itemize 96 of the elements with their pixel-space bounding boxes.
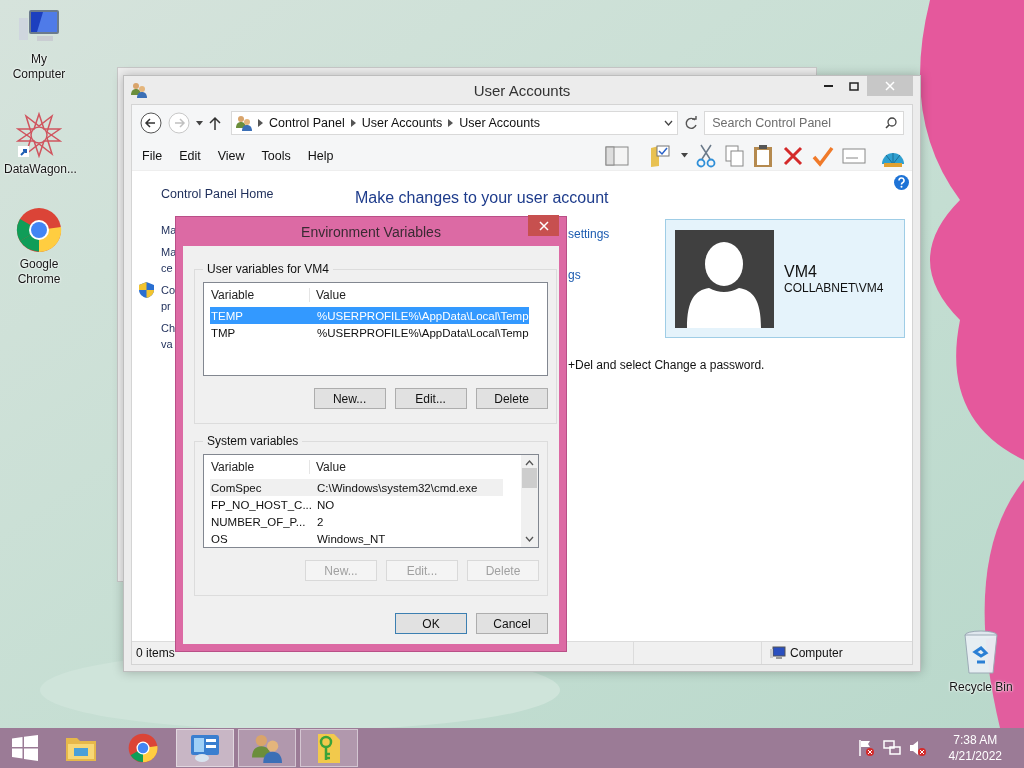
sidebar-link-text[interactable]: Co [161,282,176,298]
icon-label[interactable]: My Computer [4,52,74,82]
clock-time: 7:38 AM [953,732,998,748]
menu-item[interactable]: View [217,148,254,163]
scroll-up-icon[interactable] [525,460,534,466]
maximize-icon [849,81,859,91]
minimize-icon [823,85,833,87]
sidebar-link-text[interactable]: va [161,336,176,352]
icon-label[interactable]: Recycle Bin [946,680,1016,695]
menu-item[interactable]: Tools [261,148,300,163]
location-text: Computer [790,646,843,660]
dropdown-icon [681,153,688,158]
taskbar-button[interactable] [300,729,358,767]
menu-item[interactable]: Help [307,148,343,163]
group-label: System variables [206,434,300,448]
scroll-thumb[interactable] [522,468,537,488]
cancel-button[interactable]: Cancel [476,613,548,634]
check-icon[interactable] [812,144,834,167]
scrollbar[interactable] [521,455,538,547]
scissors-icon[interactable] [696,143,716,168]
breadcrumb[interactable]: User Accounts [459,116,540,130]
icon-label[interactable]: Google Chrome [4,257,74,287]
taskbar-button[interactable] [176,729,234,767]
column-header[interactable]: Variable [210,460,310,474]
speaker-muted-icon[interactable] [908,739,927,757]
sidebar-link-text[interactable]: pr [161,298,176,314]
back-button[interactable] [140,112,162,134]
refresh-button[interactable] [684,116,699,130]
control-panel-icon [189,733,221,763]
link[interactable]: settings [568,227,665,241]
chevron-icon [448,119,454,127]
up-button[interactable] [209,116,221,130]
search-field[interactable]: Search Control Panel [704,111,904,135]
search-icon [885,117,897,129]
windows-logo-icon [12,735,38,761]
chevron-icon [258,119,263,127]
clipboard-icon[interactable] [752,143,774,168]
account-domain: COLLABNET\VM4 [784,280,884,295]
list-row[interactable]: ComSpec C:\Windows\system32\cmd.exe [210,479,503,496]
close-icon [538,220,549,231]
new-button[interactable]: New... [313,388,386,409]
copy-icon[interactable] [724,143,744,168]
menu-item[interactable]: Edit [179,148,210,163]
folder-check-icon[interactable] [649,143,673,168]
sidebar-link-text[interactable]: ce [161,260,177,276]
menu-item[interactable]: File [142,148,172,163]
recycle-bin-icon [963,630,999,676]
edit-button[interactable]: Edit... [394,388,467,409]
window-title: User Accounts [473,81,571,99]
layout-icon[interactable] [605,145,629,166]
chevron-down-icon[interactable] [664,120,674,126]
dialog-title: Environment Variables [301,223,441,240]
breadcrumb[interactable]: Control Panel [269,116,345,130]
instruction-text: +Del and select Change a password. [568,358,766,372]
address-bar[interactable]: Control Panel User Accounts User Accounts [231,111,679,135]
network-icon[interactable] [882,739,901,757]
up-arrow-icon [209,116,221,130]
list-row[interactable]: OS Windows_NT [210,530,503,547]
scroll-down-icon[interactable] [525,536,534,542]
caret-icon [196,120,203,126]
close-icon [885,81,895,91]
help-icon[interactable] [894,175,909,190]
clock-date: 4/21/2022 [948,748,1002,764]
flag-icon[interactable] [856,739,875,757]
icon-label[interactable]: DataWagon... [4,162,74,177]
group-label: User variables for VM4 [206,262,331,276]
list-row[interactable]: NUMBER_OF_P... 2 [210,513,503,530]
chrome-icon [16,207,62,253]
ok-button[interactable]: OK [395,613,467,634]
sidebar-link-text[interactable]: Ch [161,320,176,336]
sidebar-link[interactable]: Control Panel Home [161,187,355,201]
recent-pages-button[interactable] [196,120,203,126]
link[interactable]: gs [568,268,665,282]
taskbar-button[interactable] [238,729,296,767]
chevron-icon [350,119,356,127]
delete-icon[interactable] [782,144,804,167]
users-icon [131,82,147,98]
breadcrumb[interactable]: User Accounts [361,116,443,130]
users-icon [236,115,252,131]
item-count: 0 items [136,646,175,660]
list-row[interactable]: TMP %USERPROFILE%\AppData\Local\Temp [210,324,529,341]
page-heading: Make changes to your user account [355,189,610,207]
avatar-icon [675,229,774,328]
account-name: VM4 [784,262,818,281]
column-header[interactable]: Value [310,460,503,474]
computer-icon [770,646,786,660]
users-icon [251,733,283,763]
column-header[interactable]: Variable [210,288,310,302]
refresh-icon [684,116,699,130]
delete-button[interactable]: Delete [475,388,548,409]
close-button[interactable] [528,215,559,236]
star-icon [16,112,62,158]
clock[interactable]: 7:38 AM 4/21/2022 [948,732,1002,764]
chrome-icon [128,733,158,763]
list-row[interactable]: FP_NO_HOST_C... NO [210,496,503,513]
column-header[interactable]: Value [310,288,529,302]
